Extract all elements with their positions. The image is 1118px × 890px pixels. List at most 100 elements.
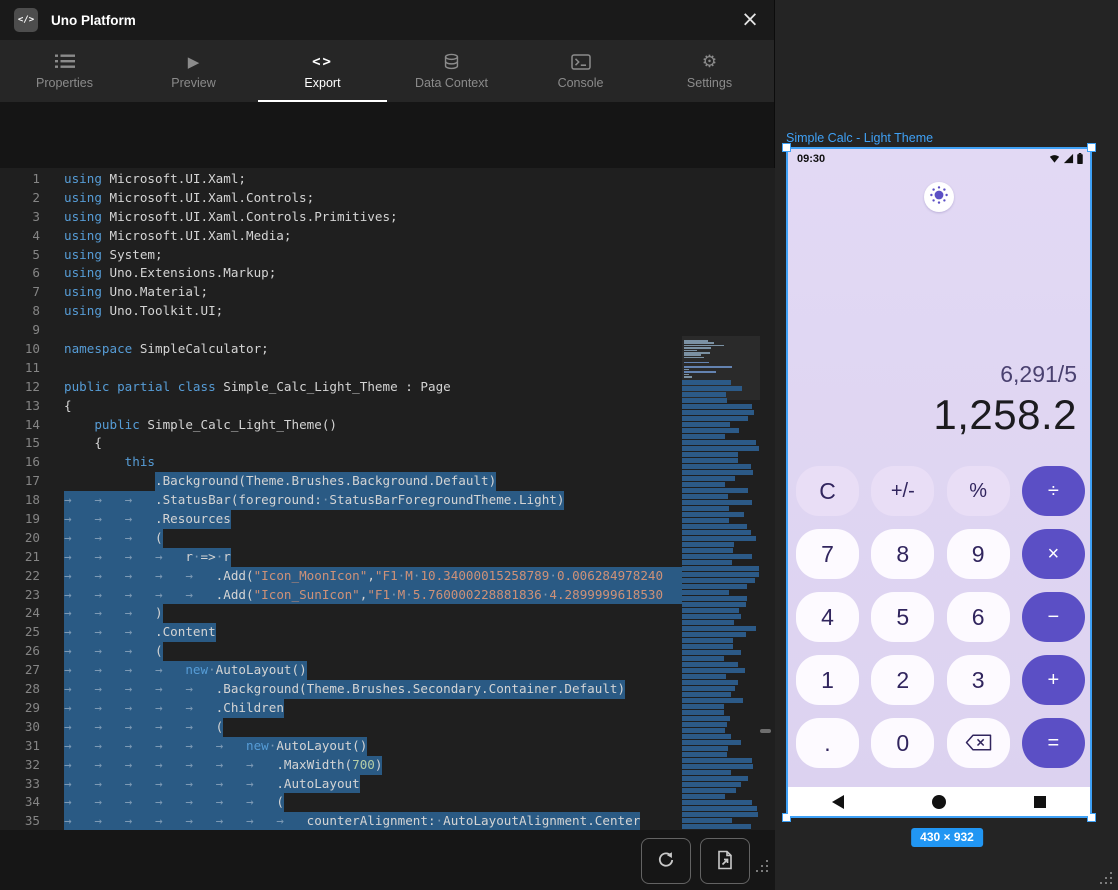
code-line[interactable]: 9 xyxy=(0,321,682,340)
code-line[interactable]: 14 public Simple_Calc_Light_Theme() xyxy=(0,416,682,435)
code-line[interactable]: 7using Uno.Material; xyxy=(0,283,682,302)
key-0[interactable]: 0 xyxy=(871,718,934,768)
key-5[interactable]: 5 xyxy=(871,592,934,642)
key-3[interactable]: 3 xyxy=(947,655,1010,705)
tab-data-context[interactable]: Data Context xyxy=(387,40,516,102)
phone-artboard[interactable]: 09:30 xyxy=(786,147,1092,818)
artboard-label[interactable]: Simple Calc - Light Theme xyxy=(786,131,933,145)
key-1[interactable]: 1 xyxy=(796,655,859,705)
canvas-resize-grip[interactable] xyxy=(1096,868,1116,888)
code-line[interactable]: 8using Uno.Toolkit.UI; xyxy=(0,302,682,321)
code-line[interactable]: 35→ → → → → → → → counterAlignment:·Auto… xyxy=(0,812,682,830)
tab-settings[interactable]: ⚙Settings xyxy=(645,40,774,102)
code-line[interactable]: 2using Microsoft.UI.Xaml.Controls; xyxy=(0,189,682,208)
calculator-keypad: C+/-%÷ 789× 456− 123+.0 = xyxy=(796,466,1085,768)
code-lines: 1using Microsoft.UI.Xaml;2using Microsof… xyxy=(0,170,682,830)
line-number: 26 xyxy=(0,642,40,661)
design-canvas: Simple Calc - Light Theme 09:30 xyxy=(776,0,1118,890)
code-line[interactable]: 23→ → → → → .Add("Icon_SunIcon","F1·M·5.… xyxy=(0,586,682,605)
code-line[interactable]: 22→ → → → → .Add("Icon_MoonIcon","F1·M·1… xyxy=(0,567,682,586)
tab-preview[interactable]: ▶Preview xyxy=(129,40,258,102)
status-icons xyxy=(1049,153,1083,164)
line-number: 30 xyxy=(0,718,40,737)
code-line[interactable]: 34→ → → → → → → ( xyxy=(0,793,682,812)
window-title: Uno Platform xyxy=(51,13,136,28)
line-number: 16 xyxy=(0,453,40,472)
code-line[interactable]: 10namespace SimpleCalculator; xyxy=(0,340,682,359)
key-backspace[interactable] xyxy=(947,718,1010,768)
refresh-button[interactable] xyxy=(641,838,691,884)
nav-back-button[interactable] xyxy=(788,795,889,809)
code-line[interactable]: 12public partial class Simple_Calc_Light… xyxy=(0,378,682,397)
key-multiply[interactable]: × xyxy=(1022,529,1085,579)
close-icon[interactable]: × xyxy=(738,8,762,32)
code-line[interactable]: 25→ → → .Content xyxy=(0,623,682,642)
line-number: 14 xyxy=(0,416,40,435)
code-line[interactable]: 20→ → → ( xyxy=(0,529,682,548)
code-line[interactable]: 17 .Background(Theme.Brushes.Background.… xyxy=(0,472,682,491)
code-line[interactable]: 3using Microsoft.UI.Xaml.Controls.Primit… xyxy=(0,208,682,227)
code-line[interactable]: 1using Microsoft.UI.Xaml; xyxy=(0,170,682,189)
code-line[interactable]: 24→ → → ) xyxy=(0,604,682,623)
code-line[interactable]: 19→ → → .Resources xyxy=(0,510,682,529)
code-line[interactable]: 21→ → → → r·=>·r xyxy=(0,548,682,567)
theme-toggle-button[interactable] xyxy=(924,182,954,212)
line-number: 17 xyxy=(0,472,40,491)
key-equals[interactable]: = xyxy=(1022,718,1085,768)
tab-label: Export xyxy=(304,76,340,90)
tab-export[interactable]: <> Export xyxy=(258,40,387,102)
code-line[interactable]: 26→ → → ( xyxy=(0,642,682,661)
minimap[interactable] xyxy=(682,336,760,830)
key-percent[interactable]: % xyxy=(947,466,1010,516)
key-9[interactable]: 9 xyxy=(947,529,1010,579)
key-2[interactable]: 2 xyxy=(871,655,934,705)
line-number: 20 xyxy=(0,529,40,548)
tab-label: Console xyxy=(558,76,604,90)
key-clear[interactable]: C xyxy=(796,466,859,516)
code-line[interactable]: 11 xyxy=(0,359,682,378)
code-line[interactable]: 31→ → → → → → new·AutoLayout() xyxy=(0,737,682,756)
scrollbar-thumb[interactable] xyxy=(760,729,771,733)
code-line[interactable]: 15 { xyxy=(0,434,682,453)
export-file-button[interactable] xyxy=(700,838,750,884)
properties-icon xyxy=(55,53,75,71)
back-icon xyxy=(832,795,844,809)
tab-properties[interactable]: Properties xyxy=(0,40,129,102)
key-8[interactable]: 8 xyxy=(871,529,934,579)
tab-console[interactable]: Console xyxy=(516,40,645,102)
tab-label: Data Context xyxy=(415,76,488,90)
status-time: 09:30 xyxy=(797,153,825,165)
line-number: 5 xyxy=(0,246,40,265)
key-decimal[interactable]: . xyxy=(796,718,859,768)
key-7[interactable]: 7 xyxy=(796,529,859,579)
nav-recents-button[interactable] xyxy=(989,796,1090,808)
code-line[interactable]: 33→ → → → → → → .AutoLayout xyxy=(0,775,682,794)
key-divide[interactable]: ÷ xyxy=(1022,466,1085,516)
code-line[interactable]: 18→ → → .StatusBar(foreground:·StatusBar… xyxy=(0,491,682,510)
code-line[interactable]: 4using Microsoft.UI.Xaml.Media; xyxy=(0,227,682,246)
code-line[interactable]: 5using System; xyxy=(0,246,682,265)
line-number: 13 xyxy=(0,397,40,416)
export-icon: <> xyxy=(312,53,333,71)
line-number: 29 xyxy=(0,699,40,718)
refresh-icon xyxy=(656,850,676,873)
line-number: 28 xyxy=(0,680,40,699)
line-number: 35 xyxy=(0,812,40,830)
key-4[interactable]: 4 xyxy=(796,592,859,642)
code-line[interactable]: 6using Uno.Extensions.Markup; xyxy=(0,264,682,283)
code-line[interactable]: 13{ xyxy=(0,397,682,416)
code-line[interactable]: 29→ → → → → .Children xyxy=(0,699,682,718)
nav-home-button[interactable] xyxy=(889,795,990,809)
key-plus-minus[interactable]: +/- xyxy=(871,466,934,516)
code-line[interactable]: 16 this xyxy=(0,453,682,472)
key-minus[interactable]: − xyxy=(1022,592,1085,642)
code-editor[interactable]: 1using Microsoft.UI.Xaml;2using Microsof… xyxy=(0,168,775,830)
key-6[interactable]: 6 xyxy=(947,592,1010,642)
code-line[interactable]: 32→ → → → → → → .MaxWidth(700) xyxy=(0,756,682,775)
code-line[interactable]: 30→ → → → → ( xyxy=(0,718,682,737)
tab-label: Settings xyxy=(687,76,732,90)
panel-resize-grip[interactable] xyxy=(752,856,772,876)
code-line[interactable]: 28→ → → → → .Background(Theme.Brushes.Se… xyxy=(0,680,682,699)
key-plus[interactable]: + xyxy=(1022,655,1085,705)
code-line[interactable]: 27→ → → → new·AutoLayout() xyxy=(0,661,682,680)
